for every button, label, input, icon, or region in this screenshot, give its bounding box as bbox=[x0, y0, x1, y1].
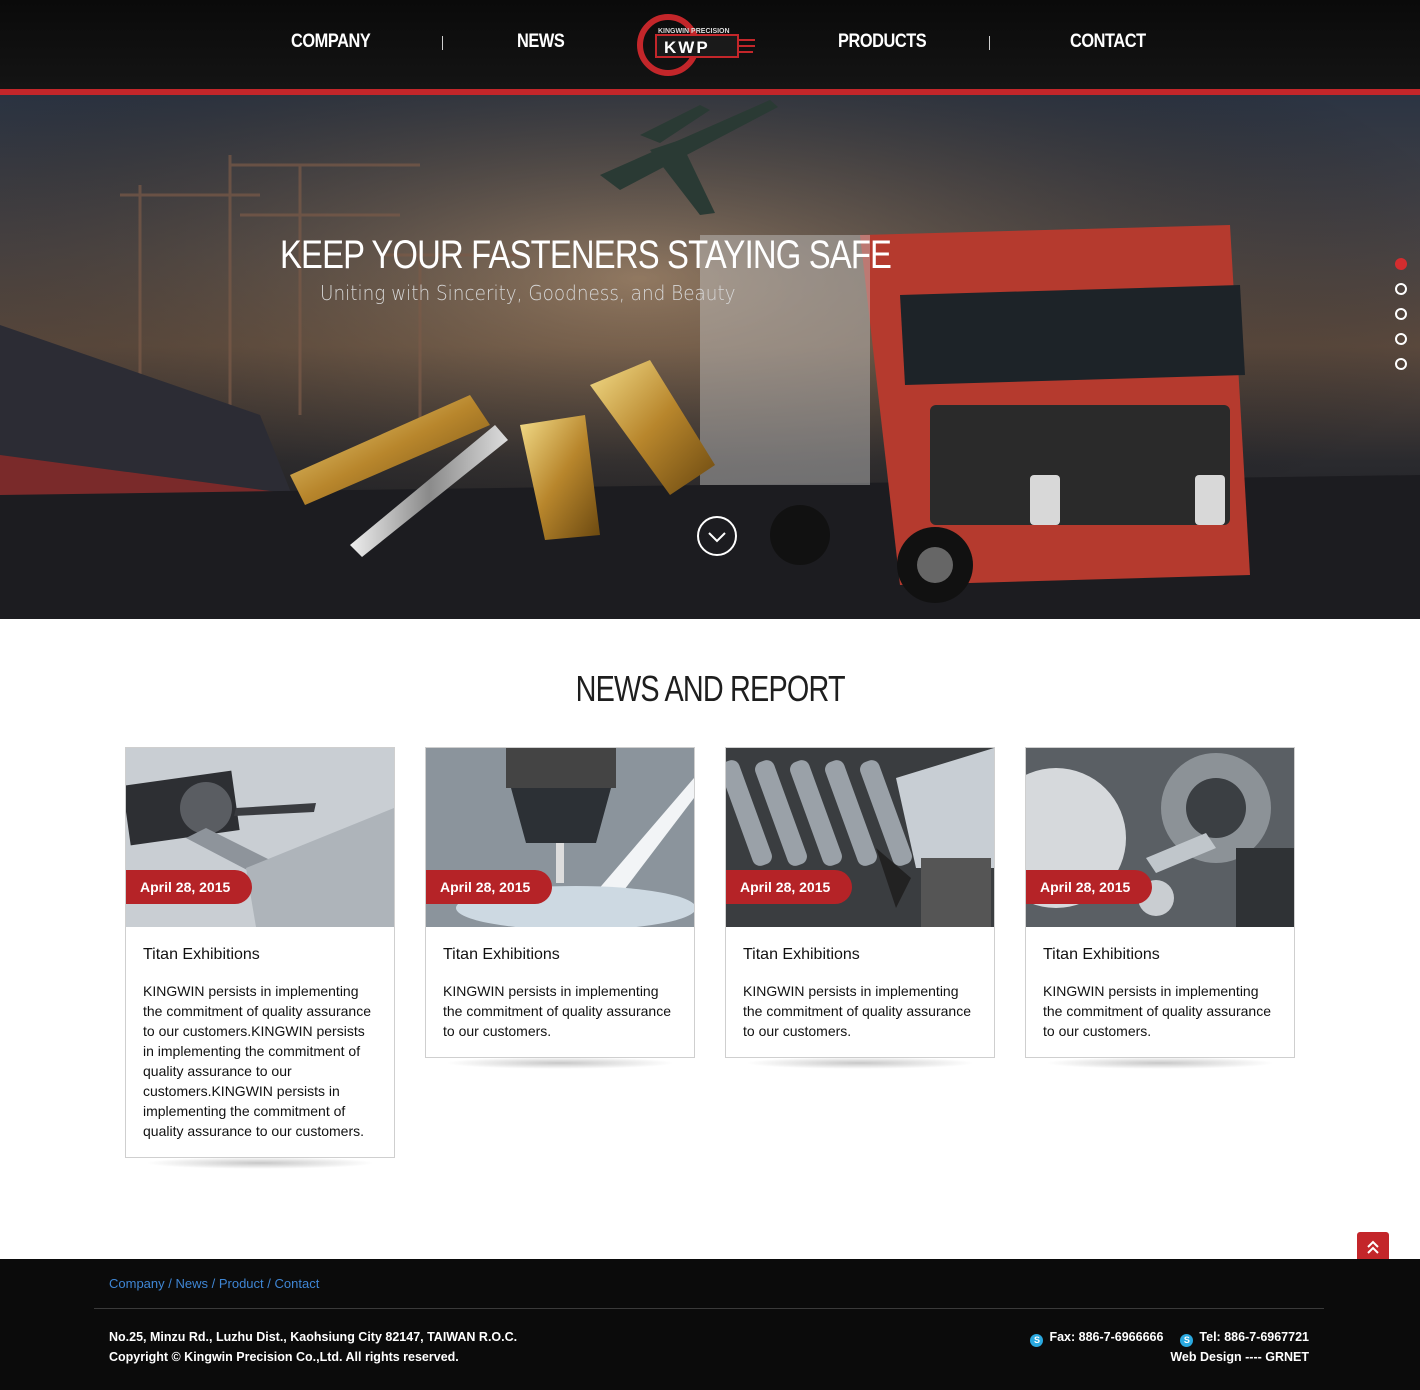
footer-separator: / bbox=[263, 1276, 275, 1291]
footer-nav: Company / News / Product / Contact bbox=[109, 1276, 319, 1291]
slider-dot-3[interactable] bbox=[1395, 308, 1407, 320]
news-card-text: KINGWIN persists in implementing the com… bbox=[143, 983, 371, 1139]
news-card-title[interactable]: Titan Exhibitions bbox=[743, 946, 977, 964]
news-card-text: KINGWIN persists in implementing the com… bbox=[743, 983, 971, 1039]
nav-contact[interactable]: CONTACT bbox=[1070, 31, 1146, 53]
footer-copyright: Copyright © Kingwin Precision Co.,Ltd. A… bbox=[109, 1350, 459, 1364]
slider-dot-2[interactable] bbox=[1395, 283, 1407, 295]
footer-link-product[interactable]: Product bbox=[219, 1276, 264, 1291]
news-date-badge: April 28, 2015 bbox=[426, 870, 553, 904]
footer-fax: Fax: 886-7-6966666 bbox=[1049, 1330, 1164, 1344]
news-card[interactable]: April 28, 2015 Titan Exhibitions KINGWIN… bbox=[725, 747, 995, 1058]
nav-company[interactable]: COMPANY bbox=[291, 31, 371, 53]
footer-link-company[interactable]: Company bbox=[109, 1276, 165, 1291]
news-card-image: April 28, 2015 bbox=[726, 748, 994, 927]
news-section-title: NEWS AND REPORT bbox=[575, 668, 845, 709]
skype-icon: S bbox=[1030, 1334, 1044, 1347]
nav-products[interactable]: PRODUCTS bbox=[838, 31, 927, 53]
card-shadow bbox=[1045, 1057, 1275, 1069]
scroll-down-button[interactable] bbox=[697, 516, 737, 556]
hero-subtitle: Uniting with Sincerity, Goodness, and Be… bbox=[320, 281, 736, 305]
kingwin-logo[interactable]: KINGWIN PRECISION KWP bbox=[634, 10, 760, 80]
hero-title: KEEP YOUR FASTENERS STAYING SAFE bbox=[280, 233, 892, 277]
news-date-badge: April 28, 2015 bbox=[126, 870, 253, 904]
footer-separator: / bbox=[164, 1276, 176, 1291]
news-card-title[interactable]: Titan Exhibitions bbox=[443, 946, 677, 964]
footer-contact-block: S Fax: 886-7-6966666 S Tel: 886-7-6967721 … bbox=[1030, 1327, 1309, 1367]
site-header: COMPANY NEWS KINGWIN PRECISION KWP PRODU… bbox=[0, 0, 1420, 89]
footer-web-design-link[interactable]: GRNET bbox=[1265, 1350, 1309, 1364]
card-shadow bbox=[445, 1057, 675, 1069]
footer-divider bbox=[94, 1308, 1324, 1309]
news-card-text: KINGWIN persists in implementing the com… bbox=[1043, 983, 1271, 1039]
footer-link-contact[interactable]: Contact bbox=[275, 1276, 320, 1291]
nav-news[interactable]: NEWS bbox=[517, 31, 565, 53]
chevron-down-icon bbox=[708, 532, 726, 543]
card-shadow bbox=[745, 1057, 975, 1069]
logo-mark: KWP bbox=[664, 38, 710, 57]
site-footer: Company / News / Product / Contact No.25… bbox=[0, 1259, 1420, 1390]
news-card[interactable]: April 28, 2015 Titan Exhibitions KINGWIN… bbox=[425, 747, 695, 1058]
news-card-text: KINGWIN persists in implementing the com… bbox=[443, 983, 671, 1039]
news-card-image: April 28, 2015 bbox=[426, 748, 694, 927]
news-card[interactable]: April 28, 2015 Titan Exhibitions KINGWIN… bbox=[1025, 747, 1295, 1058]
footer-separator: / bbox=[208, 1276, 219, 1291]
footer-web-design-label: Web Design ---- bbox=[1170, 1350, 1266, 1364]
footer-link-news[interactable]: News bbox=[175, 1276, 208, 1291]
nav-divider bbox=[442, 36, 443, 50]
slider-dot-1[interactable] bbox=[1395, 258, 1407, 270]
footer-address-block: No.25, Minzu Rd., Luzhu Dist., Kaohsiung… bbox=[109, 1327, 517, 1367]
footer-address: No.25, Minzu Rd., Luzhu Dist., Kaohsiung… bbox=[109, 1330, 518, 1344]
nav-divider bbox=[989, 36, 990, 50]
news-card-image: April 28, 2015 bbox=[126, 748, 394, 927]
news-date-badge: April 28, 2015 bbox=[726, 870, 853, 904]
news-card[interactable]: April 28, 2015 Titan Exhibitions KINGWIN… bbox=[125, 747, 395, 1158]
slider-dot-4[interactable] bbox=[1395, 333, 1407, 345]
logo-tagline: KINGWIN PRECISION bbox=[658, 28, 730, 35]
slider-dot-5[interactable] bbox=[1395, 358, 1407, 370]
news-card-title[interactable]: Titan Exhibitions bbox=[143, 946, 377, 964]
skype-icon: S bbox=[1180, 1334, 1194, 1347]
news-card-title[interactable]: Titan Exhibitions bbox=[1043, 946, 1277, 964]
news-date-badge: April 28, 2015 bbox=[1026, 870, 1153, 904]
footer-tel: Tel: 886-7-6967721 bbox=[1199, 1330, 1309, 1344]
news-card-image: April 28, 2015 bbox=[1026, 748, 1294, 927]
card-shadow bbox=[145, 1157, 375, 1169]
hero-banner: KEEP YOUR FASTENERS STAYING SAFE Uniting… bbox=[0, 95, 1420, 619]
slider-pagination bbox=[1395, 258, 1407, 383]
